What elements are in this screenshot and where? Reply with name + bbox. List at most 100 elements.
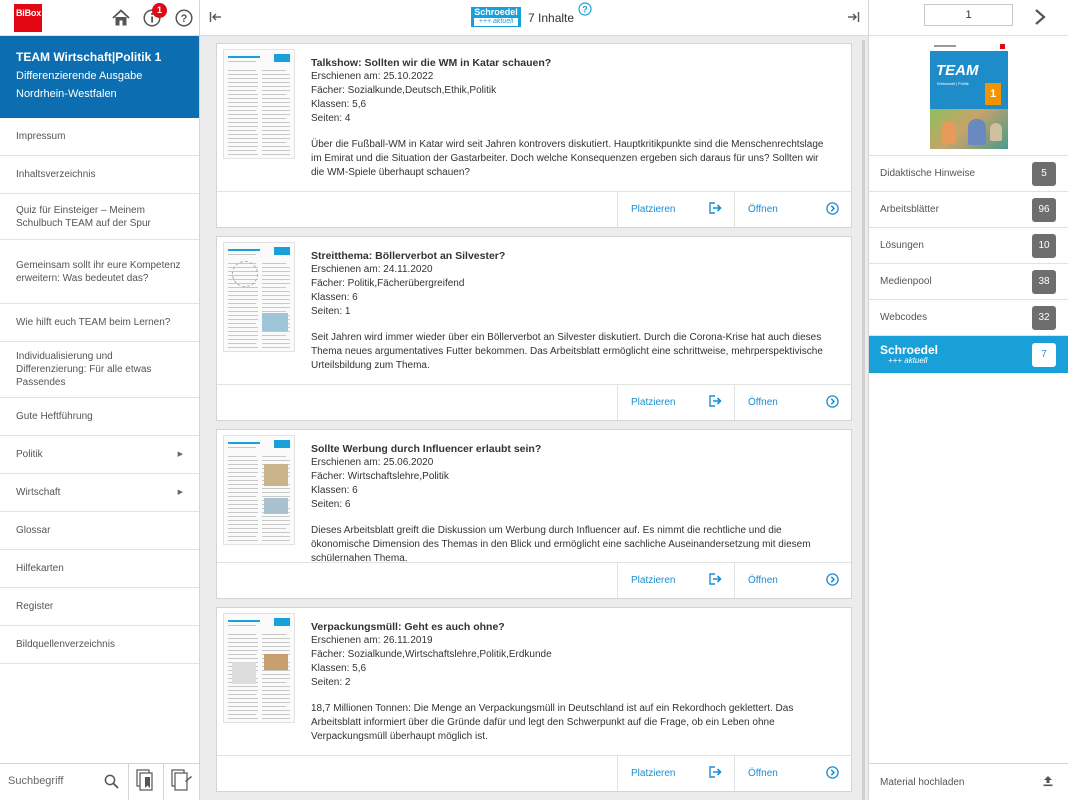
collapse-left-icon[interactable] bbox=[209, 10, 223, 27]
place-button[interactable]: Platzieren bbox=[617, 385, 734, 420]
card-pages: Seiten: 2 bbox=[311, 677, 351, 688]
open-button[interactable]: Öffnen bbox=[734, 756, 851, 791]
category-count-badge: 96 bbox=[1032, 197, 1056, 222]
content-card: Talkshow: Sollten wir die WM in Katar sc… bbox=[216, 43, 852, 228]
category-item[interactable]: Lösungen 10 bbox=[869, 227, 1068, 263]
search-icon[interactable] bbox=[104, 774, 119, 792]
worksheet-thumbnail[interactable] bbox=[223, 242, 295, 352]
open-button-label: Öffnen bbox=[748, 397, 778, 408]
scrollbar-thumb[interactable] bbox=[862, 40, 865, 800]
materials-button[interactable] bbox=[164, 764, 199, 800]
toc-item[interactable]: Register bbox=[0, 588, 199, 626]
bookmark-stack-icon bbox=[136, 768, 156, 796]
place-button-label: Platzieren bbox=[631, 397, 676, 408]
bookmarks-button[interactable] bbox=[129, 764, 164, 800]
open-button-label: Öffnen bbox=[748, 768, 778, 779]
expand-arrow-icon[interactable]: ▶ bbox=[178, 448, 183, 461]
schroedel-aktuell-logo: Schroedel +++ aktuell bbox=[880, 344, 938, 365]
place-button[interactable]: Platzieren bbox=[617, 563, 734, 598]
toc-item[interactable]: Gute Heftführung bbox=[0, 398, 199, 436]
notification-badge: 1 bbox=[152, 3, 167, 18]
open-button[interactable]: Öffnen bbox=[734, 563, 851, 598]
upload-material-button[interactable]: Material hochladen bbox=[869, 763, 1068, 800]
toc-item-label: Gute Heftführung bbox=[16, 411, 93, 422]
toc-item[interactable]: Hilfekarten bbox=[0, 550, 199, 588]
toc-item-label: Glossar bbox=[16, 525, 51, 536]
expand-arrow-icon[interactable]: ▶ bbox=[178, 486, 183, 499]
card-classes: Klassen: 5,6 bbox=[311, 663, 367, 674]
category-label: Medienpool bbox=[880, 276, 932, 287]
home-icon[interactable] bbox=[112, 9, 130, 27]
open-button-label: Öffnen bbox=[748, 575, 778, 586]
book-edition: Differenzierende Ausgabe bbox=[16, 70, 143, 82]
worksheet-thumbnail[interactable] bbox=[223, 49, 295, 159]
chevron-right-icon[interactable] bbox=[1033, 8, 1047, 29]
page-number-input[interactable] bbox=[924, 4, 1013, 26]
left-bottom-bar bbox=[0, 763, 199, 800]
toc-item[interactable]: Wirtschaft ▶ bbox=[0, 474, 199, 512]
card-description: 18,7 Millionen Tonnen: Die Menge an Verp… bbox=[311, 703, 794, 742]
category-item[interactable]: Arbeitsblätter 96 bbox=[869, 191, 1068, 227]
toc-item-label: Quiz für Einsteiger – Meinem Schulbuch T… bbox=[16, 204, 151, 229]
category-item[interactable]: Didaktische Hinweise 5 bbox=[869, 155, 1068, 191]
place-icon bbox=[709, 202, 722, 217]
card-title[interactable]: Streitthema: Böllerverbot an Silvester? bbox=[311, 249, 825, 263]
card-title[interactable]: Talkshow: Sollten wir die WM in Katar sc… bbox=[311, 56, 825, 70]
worksheet-thumbnail[interactable] bbox=[223, 613, 295, 723]
toc-item[interactable]: Politik ▶ bbox=[0, 436, 199, 474]
place-button[interactable]: Platzieren bbox=[617, 756, 734, 791]
card-pages: Seiten: 4 bbox=[311, 113, 351, 124]
search-box bbox=[0, 764, 129, 800]
book-title-block[interactable]: TEAM Wirtschaft|Politik 1 Differenzieren… bbox=[0, 36, 199, 118]
help-icon[interactable]: ? bbox=[578, 2, 592, 19]
category-count-badge: 32 bbox=[1032, 305, 1056, 330]
toc-item[interactable]: Bildquellenverzeichnis bbox=[0, 626, 199, 664]
card-title[interactable]: Sollte Werbung durch Influencer erlaubt … bbox=[311, 442, 825, 456]
open-button-label: Öffnen bbox=[748, 204, 778, 215]
category-item[interactable]: Schroedel +++ aktuell 7 bbox=[869, 335, 1068, 373]
open-button[interactable]: Öffnen bbox=[734, 192, 851, 227]
card-description: Dieses Arbeitsblatt greift die Diskussio… bbox=[311, 525, 811, 564]
logo-bottom-text: +++ aktuell bbox=[888, 356, 928, 365]
card-subjects: Fächer: Wirtschaftslehre,Politik bbox=[311, 471, 449, 482]
category-count-badge: 7 bbox=[1032, 342, 1056, 367]
open-button[interactable]: Öffnen bbox=[734, 385, 851, 420]
toc-item-label: Inhaltsverzeichnis bbox=[16, 169, 96, 180]
card-description: Über die Fußball-WM in Katar wird seit J… bbox=[311, 139, 824, 178]
category-count-badge: 38 bbox=[1032, 269, 1056, 294]
category-item[interactable]: Webcodes 32 bbox=[869, 299, 1068, 335]
content-area: Schroedel +++ aktuell 7 Inhalte ? Talksh… bbox=[200, 0, 868, 800]
worksheet-thumbnail[interactable] bbox=[223, 435, 295, 545]
toc-item[interactable]: Inhaltsverzeichnis bbox=[0, 156, 199, 194]
toc-item[interactable]: Individualisierung und Differenzierung: … bbox=[0, 342, 199, 398]
toc-item-label: Wirtschaft bbox=[16, 487, 61, 498]
toc-list: Impressum Inhaltsverzeichnis Quiz für Eins… bbox=[0, 118, 199, 664]
toc-item-label: Hilfekarten bbox=[16, 563, 64, 574]
collapse-right-icon[interactable] bbox=[846, 10, 860, 27]
place-button-label: Platzieren bbox=[631, 768, 676, 779]
cover-volume: 1 bbox=[985, 83, 1001, 105]
page-navigator bbox=[869, 0, 1068, 36]
content-card: Verpackungsmüll: Geht es auch ohne? Ersch… bbox=[216, 607, 852, 792]
place-icon bbox=[709, 766, 722, 781]
card-subjects: Fächer: Sozialkunde,Deutsch,Ethik,Politi… bbox=[311, 85, 497, 96]
toc-item[interactable]: Impressum bbox=[0, 118, 199, 156]
toc-item[interactable]: Gemeinsam sollt ihr eure Kompetenz erwei… bbox=[0, 240, 199, 304]
toc-item[interactable]: Wie hilft euch TEAM beim Lernen? bbox=[0, 304, 199, 342]
toc-item-label: Register bbox=[16, 601, 54, 612]
category-item[interactable]: Medienpool 38 bbox=[869, 263, 1068, 299]
content-card: Streitthema: Böllerverbot an Silvester? E… bbox=[216, 236, 852, 421]
card-content: Streitthema: Böllerverbot an Silvester? E… bbox=[311, 249, 825, 373]
upload-icon bbox=[1042, 775, 1054, 790]
toc-item[interactable]: Glossar bbox=[0, 512, 199, 550]
book-cover[interactable]: TEAM Wirtschaft | Politik 1 bbox=[930, 43, 1008, 149]
help-icon[interactable]: ? bbox=[175, 9, 193, 27]
place-button[interactable]: Platzieren bbox=[617, 192, 734, 227]
card-title[interactable]: Verpackungsmüll: Geht es auch ohne? bbox=[311, 620, 825, 634]
toc-item-label: Impressum bbox=[16, 131, 66, 142]
search-input[interactable] bbox=[0, 764, 95, 798]
category-count-badge: 5 bbox=[1032, 161, 1056, 186]
content-card: Sollte Werbung durch Influencer erlaubt … bbox=[216, 429, 852, 599]
upload-label: Material hochladen bbox=[880, 776, 965, 788]
toc-item[interactable]: Quiz für Einsteiger – Meinem Schulbuch T… bbox=[0, 194, 199, 240]
